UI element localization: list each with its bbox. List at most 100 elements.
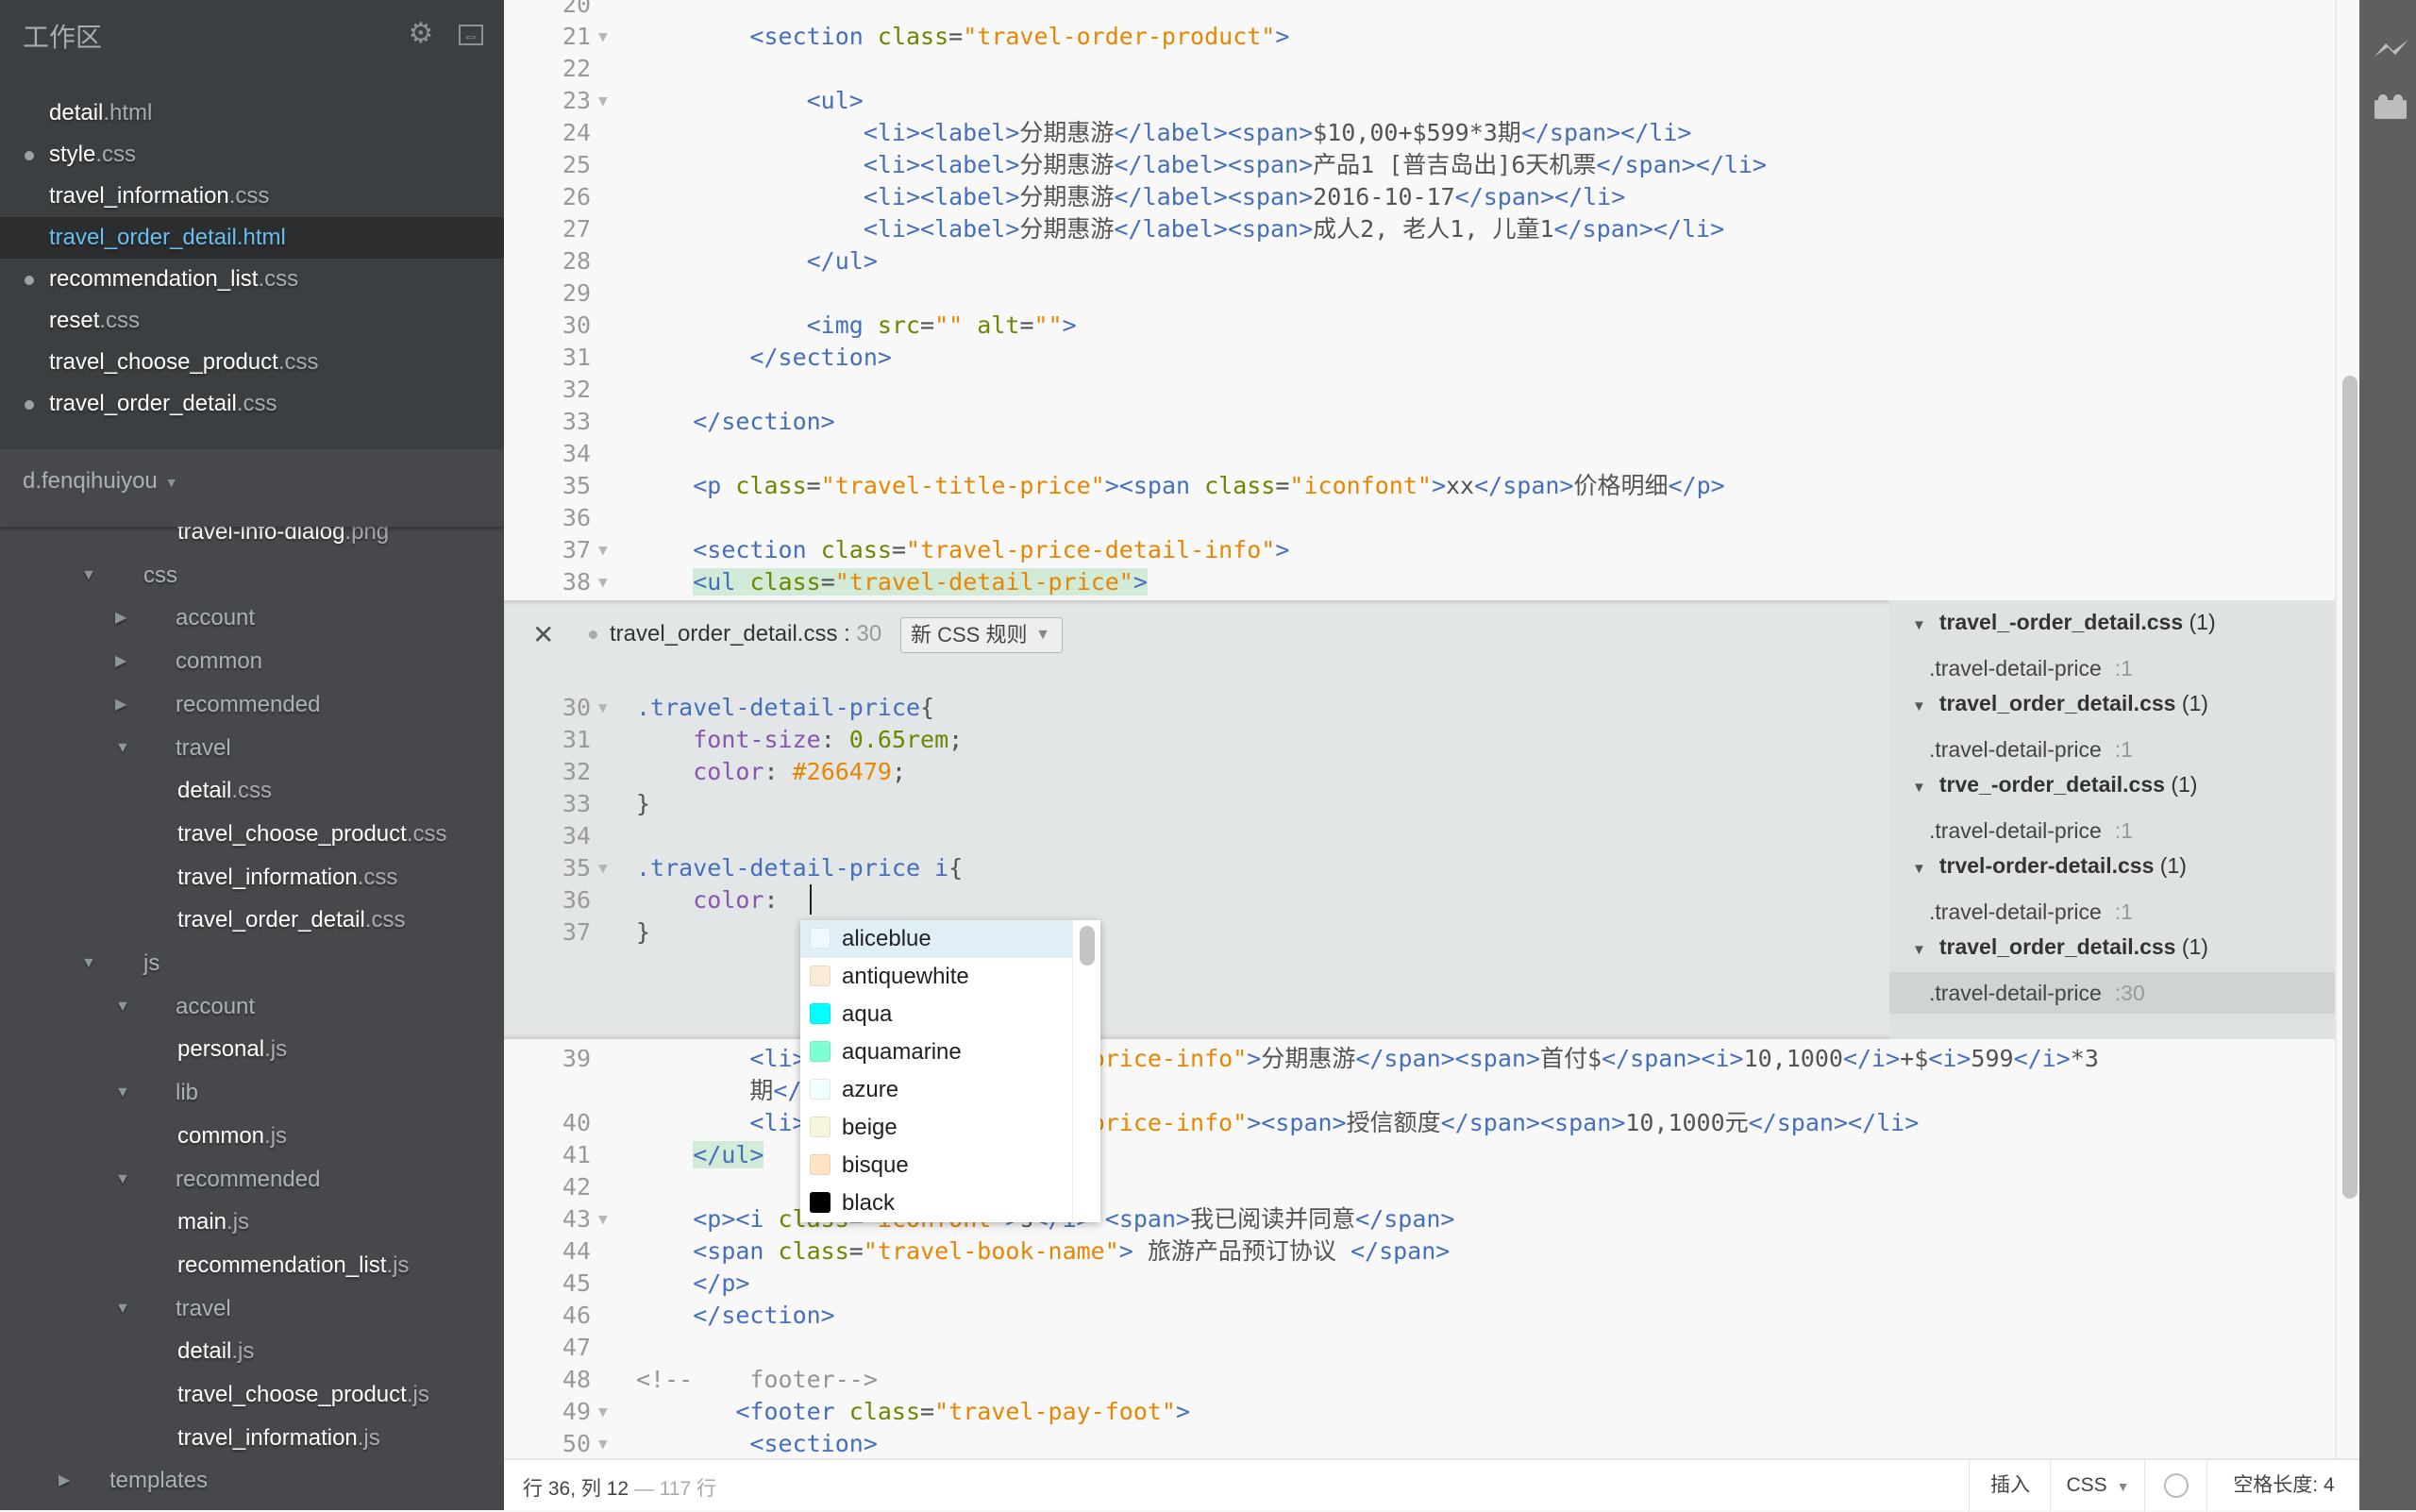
fold-toggle-icon[interactable]: ▼ bbox=[598, 566, 608, 598]
code-text[interactable]: </section> bbox=[636, 1300, 835, 1332]
chevron-down-icon[interactable]: ▼ bbox=[1912, 780, 1926, 796]
fold-toggle-icon[interactable]: ▼ bbox=[598, 852, 608, 884]
tree-folder[interactable]: ▼ account bbox=[0, 986, 504, 1028]
code-hint-item[interactable]: beige bbox=[800, 1109, 1072, 1147]
related-file-header[interactable]: ▼ travel_-order_detail.css (1) bbox=[1912, 610, 2216, 635]
chevron-down-icon[interactable]: ▼ bbox=[1912, 942, 1926, 958]
chevron-down-icon[interactable]: ▼ bbox=[115, 1288, 130, 1330]
code-text[interactable]: <li><label>分期惠游</label><span>$10,00+$599… bbox=[636, 117, 1692, 149]
chevron-down-icon[interactable]: ▼ bbox=[115, 1072, 130, 1114]
code-text[interactable]: <span class="travel-book-name"> 旅游产品预订协议… bbox=[636, 1235, 1450, 1268]
tree-file[interactable]: recommendation_list.js bbox=[0, 1245, 504, 1286]
code-text[interactable]: <p class="travel-title-price"><span clas… bbox=[636, 470, 1724, 502]
code-text[interactable]: font-size: 0.65rem; bbox=[636, 724, 963, 756]
code-text[interactable]: .travel-detail-price{ bbox=[636, 692, 934, 724]
related-rule-item[interactable]: .travel-detail-price:1 bbox=[1889, 647, 2335, 689]
chevron-down-icon[interactable]: ▼ bbox=[115, 986, 130, 1028]
close-icon[interactable]: ✕ bbox=[532, 619, 554, 650]
tree-file[interactable]: travel_information.css bbox=[0, 857, 504, 899]
tree-folder[interactable]: ▼ css bbox=[0, 555, 504, 596]
code-text[interactable]: <li><label>分期惠游</label><span>2016-10-17<… bbox=[636, 181, 1625, 213]
fold-toggle-icon[interactable]: ▼ bbox=[598, 1203, 608, 1235]
related-file-header[interactable]: ▼ trvel-order-detail.css (1) bbox=[1912, 853, 2187, 879]
tree-file[interactable]: personal.js bbox=[0, 1029, 504, 1070]
chevron-down-icon[interactable]: ▼ bbox=[81, 943, 96, 984]
working-file-item[interactable]: travel_order_detail.css bbox=[0, 383, 504, 425]
code-text[interactable]: <ul> bbox=[636, 85, 864, 117]
tree-folder[interactable]: ▶ account bbox=[0, 597, 504, 639]
linter-status[interactable] bbox=[2144, 1460, 2207, 1512]
chevron-down-icon[interactable]: ▼ bbox=[115, 1159, 130, 1201]
chevron-down-icon[interactable]: ▼ bbox=[1912, 617, 1926, 633]
code-hint-item[interactable]: aqua bbox=[800, 996, 1072, 1033]
language-select[interactable]: CSS ▼ bbox=[2050, 1460, 2145, 1512]
tree-file[interactable]: common.js bbox=[0, 1116, 504, 1157]
tree-folder[interactable]: ▼ travel bbox=[0, 728, 504, 769]
chevron-down-icon[interactable]: ▼ bbox=[1912, 861, 1926, 877]
fold-toggle-icon[interactable]: ▼ bbox=[598, 692, 608, 724]
chevron-right-icon[interactable]: ▶ bbox=[115, 684, 126, 726]
editor-scrollbar[interactable] bbox=[2335, 0, 2359, 1458]
inline-file-link[interactable]: travel_order_detail.css : 30 bbox=[610, 621, 881, 647]
code-hint-item[interactable]: antiquewhite bbox=[800, 958, 1072, 996]
editor-scrollbar-thumb[interactable] bbox=[2342, 376, 2357, 1199]
chevron-right-icon[interactable]: ▶ bbox=[115, 597, 126, 639]
code-text[interactable]: color: #266479; bbox=[636, 756, 906, 788]
related-rule-item[interactable]: .travel-detail-price:30 bbox=[1889, 972, 2335, 1014]
working-file-item[interactable]: style.css bbox=[0, 134, 504, 176]
tree-folder[interactable]: ▶ recommended bbox=[0, 684, 504, 726]
tree-folder[interactable]: ▼ js bbox=[0, 943, 504, 984]
gear-icon[interactable]: ⚙ bbox=[406, 19, 436, 49]
related-rule-item[interactable]: .travel-detail-price:1 bbox=[1889, 891, 2335, 932]
cursor-position[interactable]: 行 36, 列 12 — 117 行 bbox=[523, 1473, 716, 1502]
related-file-header[interactable]: ▼ travel_order_detail.css (1) bbox=[1912, 934, 2208, 960]
code-text[interactable]: <img src="" alt=""> bbox=[636, 310, 1077, 342]
working-file-item[interactable]: detail.html bbox=[0, 92, 504, 134]
code-text[interactable]: <section> bbox=[636, 1428, 877, 1458]
code-hint-item[interactable]: black bbox=[800, 1184, 1072, 1222]
live-preview-icon[interactable] bbox=[2373, 36, 2408, 62]
chevron-down-icon[interactable]: ▼ bbox=[1912, 698, 1926, 714]
code-hint-list[interactable]: aliceblue antiquewhite aqua aquamarine azure… bbox=[800, 920, 1100, 1222]
working-file-item[interactable]: travel_information.css bbox=[0, 176, 504, 217]
working-file-item[interactable]: recommendation_list.css bbox=[0, 259, 504, 300]
split-view-icon[interactable]: ⇔ bbox=[459, 25, 483, 45]
code-text[interactable]: <section class="travel-order-product"> bbox=[636, 21, 1289, 53]
code-text[interactable]: } bbox=[636, 788, 650, 820]
working-file-item[interactable]: travel_order_detail.html bbox=[0, 217, 504, 259]
code-hint-item[interactable]: bisque bbox=[800, 1147, 1072, 1184]
code-text[interactable]: </p> bbox=[636, 1268, 749, 1300]
tree-folder[interactable]: ▶ common bbox=[0, 641, 504, 682]
code-text[interactable]: <footer class="travel-pay-foot"> bbox=[636, 1396, 1190, 1428]
code-text[interactable]: <li><label>分期惠游</label><span>产品1 [普吉岛出]6… bbox=[636, 149, 1767, 181]
chevron-down-icon[interactable]: ▼ bbox=[115, 728, 130, 769]
tree-folder[interactable]: ▼ recommended bbox=[0, 1159, 504, 1201]
related-rule-item[interactable]: .travel-detail-price:1 bbox=[1889, 810, 2335, 851]
chevron-right-icon[interactable]: ▶ bbox=[115, 641, 126, 682]
code-text[interactable]: color: bbox=[636, 884, 793, 916]
tree-file[interactable]: travel_order_detail.css bbox=[0, 899, 504, 941]
fold-toggle-icon[interactable]: ▼ bbox=[598, 1396, 608, 1428]
related-rule-item[interactable]: .travel-detail-price:1 bbox=[1889, 729, 2335, 770]
extension-manager-icon[interactable] bbox=[2373, 92, 2407, 119]
hint-scrollbar[interactable] bbox=[1080, 926, 1095, 966]
tree-file[interactable]: travel_choose_product.js bbox=[0, 1374, 504, 1416]
tree-file[interactable]: detail.css bbox=[0, 770, 504, 812]
code-text[interactable]: </section> bbox=[636, 406, 835, 438]
related-file-header[interactable]: ▼ trve_-order_detail.css (1) bbox=[1912, 772, 2197, 798]
insert-mode-toggle[interactable]: 插入 bbox=[1969, 1460, 2051, 1512]
project-name[interactable]: d.fenqihuiyou ▼ bbox=[23, 468, 178, 495]
tree-file[interactable]: travel_information.js bbox=[0, 1418, 504, 1459]
code-text[interactable]: <ul class="travel-detail-price"> bbox=[636, 566, 1148, 598]
code-text[interactable]: <li><label>分期惠游</label><span>成人2, 老人1, 儿… bbox=[636, 213, 1724, 245]
indent-setting[interactable]: 空格长度: 4 bbox=[2206, 1460, 2360, 1512]
tree-file[interactable]: detail.js bbox=[0, 1331, 504, 1372]
tree-folder[interactable]: ▶ templates bbox=[0, 1460, 504, 1502]
fold-toggle-icon[interactable]: ▼ bbox=[598, 534, 608, 566]
tree-folder[interactable]: ▼ travel bbox=[0, 1288, 504, 1330]
code-text[interactable]: .travel-detail-price i{ bbox=[636, 852, 963, 884]
project-header[interactable]: d.fenqihuiyou ▼ bbox=[0, 449, 504, 527]
new-css-rule-dropdown[interactable]: 新 CSS 规则 ▼ bbox=[900, 617, 1063, 653]
working-file-item[interactable]: travel_choose_product.css bbox=[0, 342, 504, 383]
code-hint-item[interactable]: aquamarine bbox=[800, 1033, 1072, 1071]
